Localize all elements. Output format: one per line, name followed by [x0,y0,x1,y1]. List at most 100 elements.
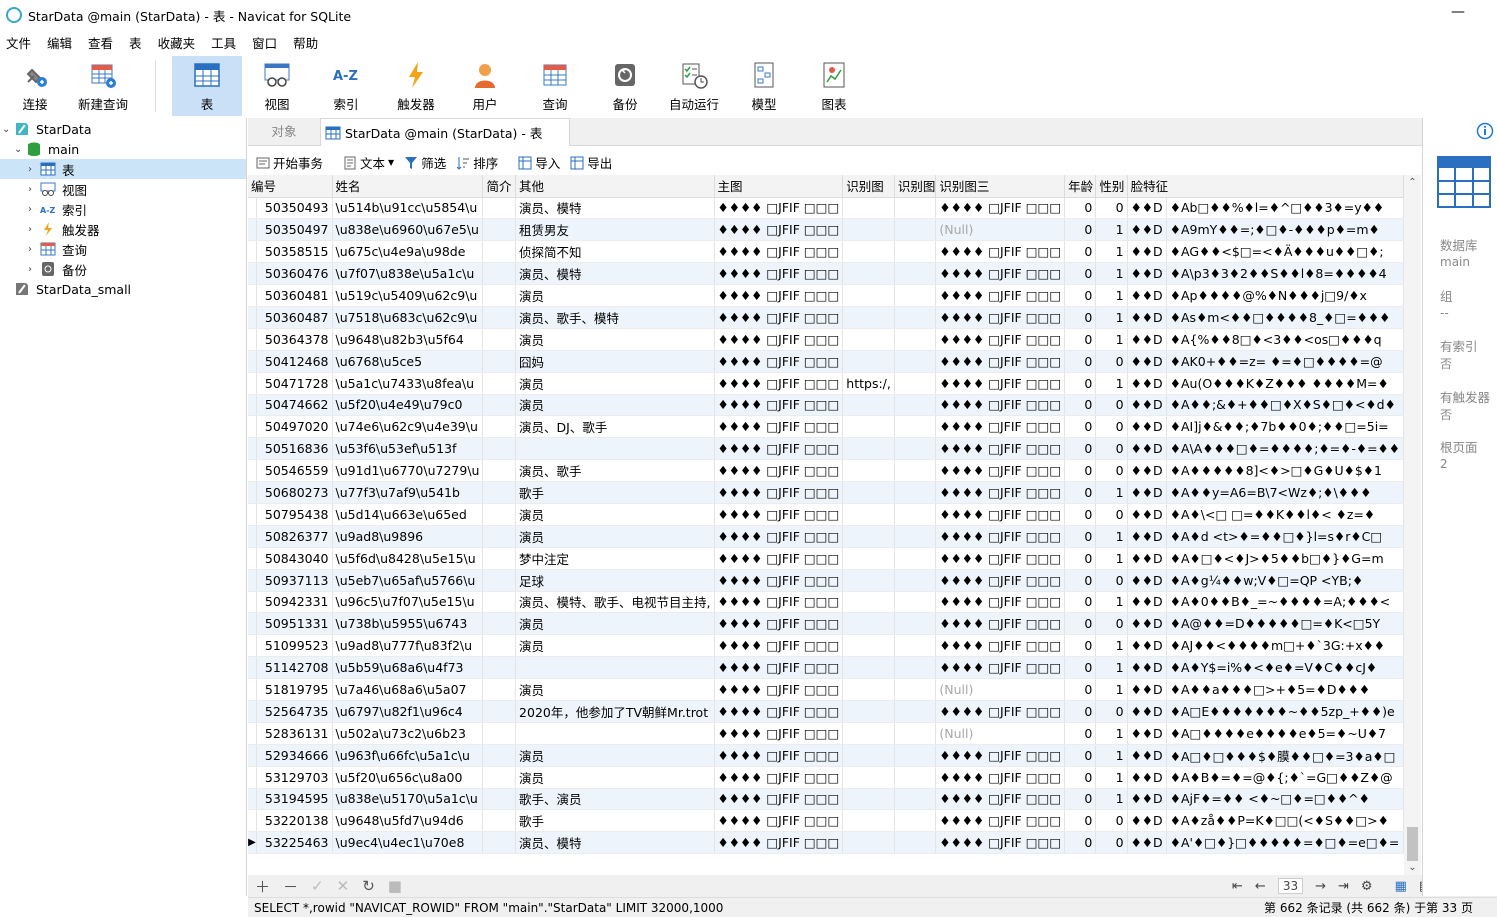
table-cell[interactable]: ♦AjF♦=♦♦ <♦~□♦=□♦♦^♦ [1166,788,1404,811]
menu-help[interactable]: 帮助 [287,33,328,52]
table-cell[interactable]: ♦A♦g¼♦♦w;V♦□=QP <YB;♦ [1166,569,1404,592]
table-cell[interactable]: ♦♦♦♦ □JFIF □□□ [714,591,844,614]
table-cell[interactable]: ♦♦♦♦ □JFIF □□□ [935,350,1066,373]
tree-db-stardata-small[interactable]: StarData_small [14,279,246,299]
table-row[interactable]: 50412468 \u6768\u5ce5 囧妈 ♦♦♦♦ □JFIF □□□ ♦♦♦♦… [248,350,1404,373]
column-header[interactable]: 脸特征 [1127,175,1404,198]
table-cell[interactable] [842,809,895,833]
table-cell[interactable]: 0 [1064,809,1097,833]
table-cell[interactable] [894,218,937,242]
expand-arrow-icon[interactable]: › [28,204,40,215]
table-cell[interactable]: ♦♦D [1127,831,1167,855]
table-cell[interactable]: 50951331 [256,612,333,636]
table-cell[interactable] [894,372,937,395]
table-cell[interactable] [842,525,895,548]
row-marker[interactable] [248,218,257,242]
table-cell[interactable]: ♦♦D [1127,306,1167,329]
scrollbar-thumb[interactable] [1407,827,1418,861]
table-cell[interactable]: ♦A□♦□♦♦♦$♦膜♦♦□♦=3♦a♦□ [1166,744,1404,767]
table-cell[interactable] [894,525,937,548]
scroll-up-arrow-icon[interactable]: ⌃ [1404,177,1421,188]
table-cell[interactable]: 51099523 [256,634,333,658]
table-cell[interactable]: \u9ad8\u9896 [332,525,484,548]
table-cell[interactable]: 0 [1095,415,1128,439]
table-cell[interactable] [842,197,895,220]
table-cell[interactable]: 0 [1064,612,1097,636]
table-cell[interactable]: ♦♦♦♦ □JFIF □□□ [714,372,844,395]
table-cell[interactable]: 53220138 [256,809,333,833]
table-cell[interactable]: 演员 [515,503,715,526]
table-cell[interactable]: 足球 [515,569,715,592]
table-cell[interactable]: ♦♦♦♦ □JFIF □□□ [935,788,1066,811]
table-cell[interactable]: ♦♦♦♦ □JFIF □□□ [935,262,1066,286]
table-cell[interactable]: 囧妈 [515,350,715,373]
row-marker[interactable] [248,262,257,286]
table-cell[interactable]: 1 [1095,240,1128,264]
table-cell[interactable] [894,678,937,701]
table-cell[interactable] [482,612,517,636]
table-cell[interactable]: ♦♦D [1127,284,1167,307]
table-cell[interactable]: ♦♦♦♦ □JFIF □□□ [714,831,844,855]
trigger-button[interactable]: 触发器 [381,56,451,116]
table-cell[interactable]: 1 [1095,634,1128,658]
tab-stardata-table[interactable]: StarData @main (StarData) - 表 [320,118,570,146]
table-cell[interactable]: 50516836 [256,437,333,461]
table-cell[interactable]: 演员 [515,372,715,395]
table-cell[interactable]: 0 [1095,394,1128,417]
table-cell[interactable]: ♦♦♦♦ □JFIF □□□ [935,503,1066,526]
menu-view[interactable]: 查看 [82,33,123,52]
table-cell[interactable]: ♦♦♦♦ □JFIF □□□ [935,612,1066,636]
table-cell[interactable]: ♦♦♦♦ □JFIF □□□ [935,831,1066,855]
table-cell[interactable]: ♦♦D [1127,415,1167,439]
table-row[interactable]: 52836131 \u502a\u73c2\u6b23 ♦♦♦♦ □JFIF □□□… [248,722,1404,745]
table-cell[interactable]: \u6797\u82f1\u96c4 [332,700,484,723]
index-button[interactable]: A-Z 索引 [311,56,381,116]
row-marker[interactable] [248,634,257,658]
table-cell[interactable] [894,569,937,592]
table-cell[interactable]: \u96c5\u7f07\u5e15\u [332,591,484,614]
table-cell[interactable]: ♦♦D [1127,218,1167,242]
table-cell[interactable]: ♦♦♦♦ □JFIF □□□ [935,459,1066,483]
table-cell[interactable]: ♦♦D [1127,788,1167,811]
table-cell[interactable]: \u7a46\u68a6\u5a07 [332,678,484,701]
table-cell[interactable]: 0 [1064,766,1097,789]
automation-button[interactable]: 自动运行 [659,56,729,116]
table-cell[interactable] [894,634,937,658]
scroll-down-arrow-icon[interactable]: ⌄ [1404,862,1421,873]
table-row[interactable]: 53129703 \u5f20\u656c\u8a00 演员 ♦♦♦♦ □JFIF □… [248,766,1404,789]
table-cell[interactable] [842,569,895,592]
table-cell[interactable]: 0 [1064,306,1097,329]
table-cell[interactable]: 0 [1064,547,1097,570]
table-cell[interactable]: ♦A♦d <t>♦=♦♦□♦}l=s♦r♦C□ [1166,525,1404,548]
table-cell[interactable] [842,503,895,526]
table-cell[interactable]: ♦♦♦♦ □JFIF □□□ [714,612,844,636]
table-cell[interactable]: ♦♦D [1127,503,1167,526]
minimize-button[interactable]: — [1451,4,1465,20]
table-cell[interactable] [482,809,517,833]
table-cell[interactable] [894,262,937,286]
table-cell[interactable]: 0 [1064,656,1097,680]
table-cell[interactable]: 50680273 [256,481,333,504]
tree-item-views[interactable]: › 视图 [28,179,246,199]
table-row[interactable]: 52564735 \u6797\u82f1\u96c4 2020年，他参加了TV朝鲜… [248,700,1404,723]
table-cell[interactable]: 演员 [515,284,715,307]
table-cell[interactable]: \u91d1\u6770\u7279\u [332,459,484,483]
table-cell[interactable]: \u5eb7\u65af\u5766\u [332,569,484,592]
column-header[interactable]: 编号 [248,175,333,198]
table-cell[interactable]: ♦♦D [1127,744,1167,767]
table-cell[interactable]: ♦AI]j♦&♦♦;♦7b♦♦0♦;♦♦□=5i= [1166,415,1404,439]
table-cell[interactable]: ♦♦♦♦ □JFIF □□□ [935,569,1066,592]
tree-schema-main[interactable]: ⌄ main [14,139,246,159]
table-button[interactable]: 表 [172,56,242,116]
table-cell[interactable]: 演员、模特 [515,262,715,286]
table-cell[interactable] [482,525,517,548]
table-row[interactable]: 50516836 \u53f6\u53ef\u513f ♦♦♦♦ □JFIF □□□… [248,437,1404,461]
table-cell[interactable] [894,394,937,417]
table-cell[interactable]: ♦♦♦♦ □JFIF □□□ [935,197,1066,220]
table-cell[interactable] [842,766,895,789]
table-cell[interactable]: ♦♦♦♦ □JFIF □□□ [714,197,844,220]
table-cell[interactable]: ♦AJ♦♦<♦♦♦♦m□+♦`3G:+x♦♦ [1166,634,1404,658]
query-button[interactable]: 查询 [520,56,590,116]
tree-item-queries[interactable]: › 查询 [28,239,246,259]
table-cell[interactable]: \u77f3\u7af9\u541b [332,481,484,504]
